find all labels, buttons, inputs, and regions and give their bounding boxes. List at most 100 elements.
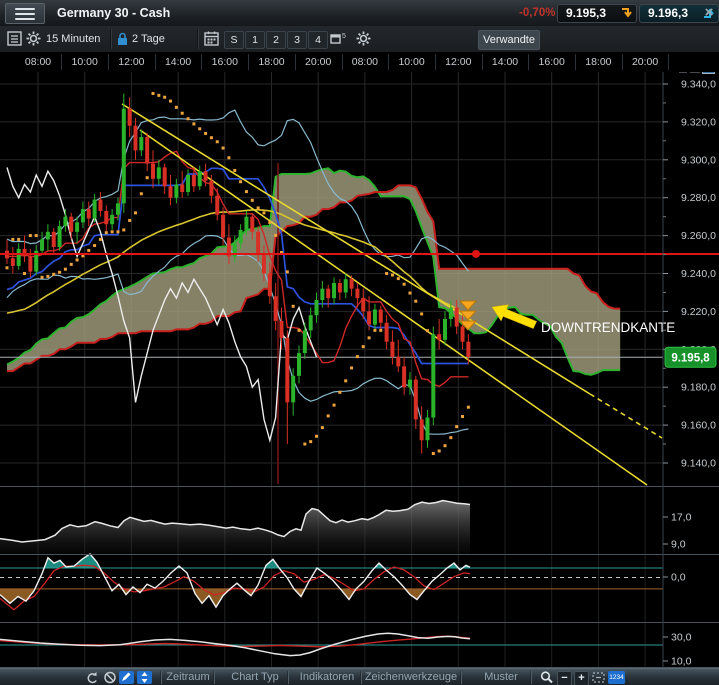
time-label: 14:00 <box>165 52 191 72</box>
candle-up <box>344 279 348 292</box>
candle-down <box>52 232 56 247</box>
settings-gear-icon[interactable] <box>26 31 41 46</box>
candle-down <box>379 310 383 323</box>
data-values-button[interactable]: 1234 <box>608 671 625 684</box>
candle-down <box>256 232 260 255</box>
chart-settings-gear-icon[interactable] <box>356 31 371 46</box>
menu-chart-typ[interactable]: Chart Typ <box>231 669 279 685</box>
time-label: 08:00 <box>352 52 378 72</box>
price-tick-label: 9.140,0 <box>681 458 716 470</box>
trend-main-line <box>0 633 470 655</box>
menu-zeitraum[interactable]: Zeitraum <box>166 669 209 685</box>
price-tick-label: 9.160,0 <box>681 420 716 432</box>
candle-down <box>338 283 342 292</box>
menu-zeichenwerkzeuge[interactable]: Zeichenwerkzeuge <box>365 669 457 685</box>
menu-muster[interactable]: Muster <box>484 669 518 685</box>
candle-down <box>367 311 371 324</box>
zoom-magnifier-icon[interactable] <box>540 671 554 684</box>
candle-down <box>204 171 208 180</box>
candle-up <box>309 315 313 330</box>
news-list-icon[interactable] <box>7 31 22 46</box>
draw-pencil-button[interactable] <box>119 671 134 684</box>
candle-down <box>215 196 219 215</box>
menu-indikatoren[interactable]: Indikatoren <box>300 669 354 685</box>
candle-down <box>128 109 132 126</box>
time-label: 08:00 <box>25 52 51 72</box>
preset-button-2[interactable]: 2 <box>266 31 286 49</box>
time-axis-separator <box>388 54 389 70</box>
expand-panels-button[interactable] <box>137 671 152 684</box>
indicator-panels[interactable]: 17,09,00,030,010,0 <box>0 486 719 668</box>
time-axis-separator <box>482 54 483 70</box>
preset-button-3[interactable]: 3 <box>287 31 307 49</box>
candle-down <box>326 289 330 298</box>
candle-down <box>461 327 465 342</box>
candle-up <box>46 232 50 240</box>
data-values-label: 1234 <box>608 671 625 684</box>
zoom-in-button[interactable]: + <box>574 671 589 685</box>
candle-up <box>303 330 307 353</box>
time-axis-separator <box>342 54 343 70</box>
hamburger-menu-button[interactable] <box>5 3 45 24</box>
candle-up <box>116 203 120 214</box>
candle-up <box>408 380 412 388</box>
trading-chart-window: Germany 30 - Cash -0,70% 9.195,3 9.196,3… <box>0 0 719 685</box>
trendline <box>122 104 590 394</box>
candle-down <box>11 258 15 266</box>
price-tick-label: 9.340,0 <box>681 79 716 91</box>
candle-down <box>98 200 102 211</box>
time-label: 20:00 <box>632 52 658 72</box>
related-button[interactable]: Verwandte <box>478 30 540 50</box>
toolbar-separator <box>110 29 112 49</box>
interval-selector[interactable]: 15 Minuten <box>46 26 100 52</box>
preset-button-1[interactable]: 1 <box>245 31 265 49</box>
bottom-toolbar-separator <box>460 671 462 684</box>
time-label: 10:00 <box>72 52 98 72</box>
candle-down <box>355 289 359 298</box>
candle-down <box>402 366 406 387</box>
candle-up <box>425 418 429 441</box>
panel-tick-label: 0,0 <box>671 572 686 584</box>
range-selector[interactable]: 2 Tage <box>132 26 165 52</box>
clear-drawings-icon[interactable] <box>103 671 117 684</box>
candle-up <box>332 283 336 298</box>
preset-button-s[interactable]: S <box>224 31 244 49</box>
candle-up <box>443 319 447 340</box>
price-tick-label: 9.320,0 <box>681 116 716 128</box>
candle-up <box>110 215 114 224</box>
calendar-icon[interactable] <box>204 31 219 46</box>
lock-icon[interactable] <box>117 32 128 46</box>
undo-refresh-icon[interactable] <box>85 671 99 684</box>
time-label: 18:00 <box>258 52 284 72</box>
price-chart[interactable]: DOWNTRENDKANTE9.340,09.320,09.300,09.280… <box>0 72 719 486</box>
candle-down <box>262 255 266 274</box>
candle-down <box>133 126 137 151</box>
hamburger-icon <box>15 8 35 10</box>
time-axis-separator <box>108 54 109 70</box>
candle-up <box>315 300 319 315</box>
preset-button-4[interactable]: 4 <box>308 31 328 49</box>
candle-down <box>268 274 272 297</box>
time-axis-separator <box>295 54 296 70</box>
title-bar: Germany 30 - Cash -0,70% 9.195,3 9.196,3… <box>0 0 719 27</box>
bottom-toolbar-separator <box>160 671 162 684</box>
close-icon[interactable]: × <box>701 3 717 23</box>
trendline <box>590 394 662 438</box>
candle-down <box>250 217 254 232</box>
candle-down <box>209 181 213 196</box>
change-percent: -0,70% <box>519 0 555 26</box>
zoom-out-button[interactable]: − <box>557 671 572 685</box>
bottom-toolbar-separator <box>287 671 289 684</box>
oscillator-main-line <box>0 554 470 607</box>
custom-period-flag-icon[interactable]: 5 <box>330 31 348 47</box>
price-axis: 9.340,09.320,09.300,09.280,09.260,09.240… <box>663 72 716 486</box>
time-axis[interactable]: 08:0010:0012:0014:0016:0018:0020:0008:00… <box>0 52 719 72</box>
candle-up <box>157 167 161 178</box>
sell-price-button[interactable]: 9.195,3 <box>557 4 637 23</box>
current-price-text: 9.195,8 <box>671 352 710 364</box>
candle-down <box>390 342 394 357</box>
candle-up <box>81 209 85 222</box>
candle-up <box>63 217 67 226</box>
candle-up <box>320 289 324 300</box>
fit-chart-icon[interactable] <box>592 672 605 683</box>
